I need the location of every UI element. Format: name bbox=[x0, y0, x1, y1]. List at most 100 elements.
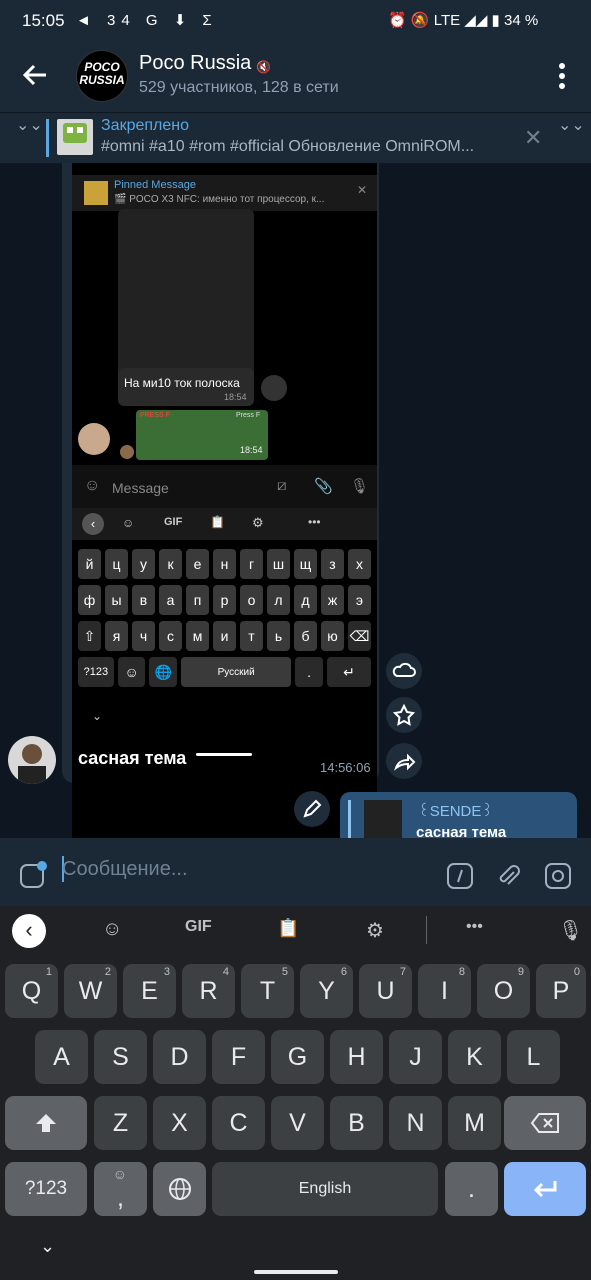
mini-key: г bbox=[240, 549, 263, 579]
more-icon: ••• bbox=[308, 515, 321, 529]
mute-icon: 🔕 bbox=[410, 12, 430, 29]
key-y[interactable]: Y6 bbox=[300, 964, 353, 1018]
message-input[interactable]: Сообщение... bbox=[62, 858, 188, 881]
space-bar[interactable]: English bbox=[212, 1162, 438, 1216]
key-e[interactable]: E3 bbox=[123, 964, 176, 1018]
mini-key: й bbox=[78, 549, 101, 579]
mini-key: х bbox=[348, 549, 371, 579]
chevron-down-icon[interactable]: ⌄⌄ bbox=[16, 115, 43, 135]
chat-area[interactable]: Pinned Message 🎬 POCO X3 NFC: именно тот… bbox=[0, 163, 591, 838]
pinned-message-bar[interactable]: ⌄⌄ Закреплено #omni #a10 #rom #official … bbox=[0, 112, 591, 163]
status-bar: 15:05 ◄ 34 G ⬇ Σ ⏰ 🔕 LTE ◢◢ ▮ 34 % bbox=[0, 0, 591, 42]
pin-thumbnail bbox=[57, 119, 93, 155]
key-v[interactable]: V bbox=[271, 1096, 324, 1150]
key-m[interactable]: M bbox=[448, 1096, 501, 1150]
key-z[interactable]: Z bbox=[94, 1096, 147, 1150]
period-key[interactable]: . bbox=[445, 1162, 498, 1216]
command-icon[interactable] bbox=[446, 862, 474, 895]
sticker-icon[interactable]: ☺ bbox=[102, 918, 122, 941]
enter-icon: ↵ bbox=[326, 657, 371, 687]
key-g[interactable]: G bbox=[271, 1030, 324, 1084]
clipboard-icon[interactable]: 📋 bbox=[277, 918, 299, 939]
close-icon[interactable]: ✕ bbox=[524, 125, 542, 151]
key-a[interactable]: A bbox=[35, 1030, 88, 1084]
enter-key[interactable] bbox=[504, 1162, 586, 1216]
microphone-icon[interactable]: 🎙 bbox=[558, 918, 583, 943]
key-label: , bbox=[117, 1183, 124, 1212]
key-j[interactable]: J bbox=[389, 1030, 442, 1084]
sticker-icon[interactable] bbox=[18, 860, 48, 895]
star-icon[interactable] bbox=[386, 697, 422, 733]
paperclip-icon[interactable] bbox=[494, 862, 522, 895]
shift-key[interactable] bbox=[5, 1096, 87, 1150]
more-icon[interactable]: ••• bbox=[466, 918, 483, 936]
reply-preview[interactable]: ꒰SENDE꒱ сасная тема bbox=[340, 792, 577, 838]
screenshot-keyboard: й ц у к е н г ш щ з х ф ы в а п р о л д … bbox=[72, 541, 377, 737]
sticker-label-right: Press F bbox=[236, 412, 261, 419]
pinned-label: Закреплено bbox=[101, 117, 189, 134]
gif-button[interactable]: GIF bbox=[185, 918, 212, 936]
status-notification-icons: ◄ 34 G ⬇ Σ bbox=[76, 12, 218, 29]
emoji-comma-key[interactable]: ☺ , bbox=[94, 1162, 147, 1216]
screenshot-bubble: На ми10 ток полоска 18:54 bbox=[118, 368, 254, 406]
key-i[interactable]: I8 bbox=[418, 964, 471, 1018]
key-h[interactable]: H bbox=[330, 1030, 383, 1084]
key-w[interactable]: W2 bbox=[64, 964, 117, 1018]
key-u[interactable]: U7 bbox=[359, 964, 412, 1018]
chevron-down-icon[interactable]: ⌄ bbox=[40, 1236, 55, 1257]
avatar[interactable] bbox=[8, 736, 56, 784]
backspace-key[interactable] bbox=[504, 1096, 586, 1150]
camera-icon[interactable] bbox=[544, 862, 572, 895]
key-o[interactable]: O9 bbox=[477, 964, 530, 1018]
mini-key: о bbox=[240, 585, 263, 615]
pin-indicator bbox=[46, 119, 49, 157]
message-caption: сасная тема bbox=[78, 748, 187, 768]
chat-title[interactable]: Poco Russia bbox=[139, 52, 251, 75]
emoji-icon: ☺ bbox=[117, 657, 146, 687]
screenshot-input: ☺ Message ⧄ 📎 🎙 bbox=[72, 465, 377, 509]
sticker: PRESS F Press F 18:54 bbox=[136, 410, 268, 460]
key-x[interactable]: X bbox=[153, 1096, 206, 1150]
forward-icon[interactable] bbox=[386, 743, 422, 779]
mini-kb-row2: ф ы в а п р о л д ж э bbox=[76, 585, 373, 615]
chevron-left-icon[interactable]: ‹ bbox=[12, 914, 46, 948]
mini-key: р bbox=[213, 585, 236, 615]
key-l[interactable]: L bbox=[507, 1030, 560, 1084]
key-hint: 8 bbox=[458, 966, 465, 978]
key-label: T bbox=[259, 976, 276, 1005]
keyboard-toolbar: ‹ ☺ GIF 📋 ⚙ ••• 🎙 bbox=[0, 906, 591, 954]
mini-key: щ bbox=[294, 549, 317, 579]
mini-kb-row3: ⇧ я ч с м и т ь б ю ⌫ bbox=[76, 621, 373, 651]
key-p[interactable]: P0 bbox=[536, 964, 586, 1018]
key-f[interactable]: F bbox=[212, 1030, 265, 1084]
globe-key[interactable] bbox=[153, 1162, 206, 1216]
group-avatar[interactable]: POCO RUSSIA bbox=[76, 50, 128, 102]
pencil-icon[interactable] bbox=[294, 791, 330, 827]
mini-key: ы bbox=[105, 585, 128, 615]
key-r[interactable]: R4 bbox=[182, 964, 235, 1018]
screenshot-pin-text: 🎬 POCO X3 NFC: именно тот процессор, к..… bbox=[114, 194, 325, 205]
mini-key: з bbox=[321, 549, 344, 579]
cloud-icon[interactable] bbox=[386, 653, 422, 689]
gear-icon[interactable]: ⚙ bbox=[366, 918, 384, 943]
screenshot-bubble-text: На ми10 ток полоска bbox=[124, 376, 240, 390]
screenshot-placeholder: Message bbox=[112, 480, 169, 496]
backspace-icon bbox=[530, 1113, 559, 1133]
key-s[interactable]: S bbox=[94, 1030, 147, 1084]
back-arrow-icon[interactable] bbox=[20, 60, 50, 90]
key-n[interactable]: N bbox=[389, 1096, 442, 1150]
home-bar[interactable] bbox=[254, 1270, 338, 1274]
more-options-icon[interactable] bbox=[555, 62, 569, 90]
battery-icon: ▮ bbox=[491, 12, 500, 29]
forward-icon bbox=[261, 375, 287, 401]
key-q[interactable]: Q1 bbox=[5, 964, 58, 1018]
chevron-down-icon[interactable]: ⌄⌄ bbox=[558, 115, 585, 135]
key-k[interactable]: K bbox=[448, 1030, 501, 1084]
mode-switch-key[interactable]: ?123 bbox=[5, 1162, 87, 1216]
key-t[interactable]: T5 bbox=[241, 964, 294, 1018]
screenshot-image[interactable]: Pinned Message 🎬 POCO X3 NFC: именно тот… bbox=[72, 163, 377, 838]
key-b[interactable]: B bbox=[330, 1096, 383, 1150]
toolbar-divider bbox=[426, 916, 427, 944]
key-c[interactable]: C bbox=[212, 1096, 265, 1150]
key-d[interactable]: D bbox=[153, 1030, 206, 1084]
